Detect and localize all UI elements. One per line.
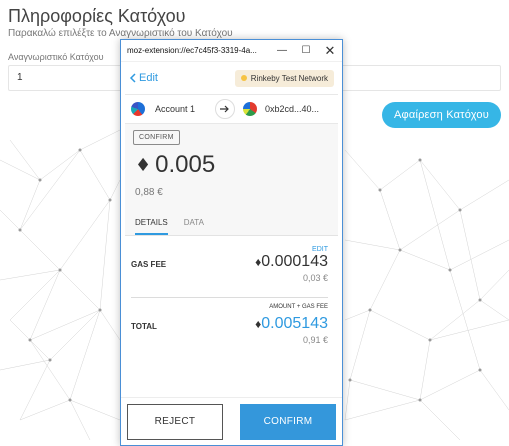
to-account-address: 0xb2cd...40... [265,104,320,114]
edit-gas-link[interactable]: EDIT [131,236,328,253]
confirm-button[interactable]: CONFIRM [240,403,336,440]
minimize-button[interactable]: — [270,40,294,62]
network-name: Rinkeby Test Network [250,73,328,83]
back-edit-link[interactable]: Edit [129,72,158,84]
from-account-name: Account 1 [155,104,196,114]
maximize-button[interactable]: ☐ [294,40,318,62]
amount-gas-label: AMOUNT + GAS FEE [269,304,328,310]
confirm-badge: CONFIRM [133,130,180,145]
account-transfer-bar: Account 1 0xb2cd...40... [125,94,338,124]
popup-header: Edit Rinkeby Test Network [121,62,342,94]
from-account-avatar [131,102,145,116]
page-subtitle: Παρακαλώ επιλέξτε το Αναγνωριστικό του Κ… [8,28,233,39]
window-title: moz-extension://ec7c45f3-3319-4a... [127,46,257,55]
total-row: TOTAL ♦0.005143 0,91 € [131,315,328,345]
to-account-avatar [243,102,257,116]
tab-data[interactable]: DATA [184,218,204,235]
chevron-left-icon [129,73,136,83]
holder-id-label: Αναγνωριστικό Κατόχου [8,52,104,62]
back-label: Edit [139,72,158,84]
close-button[interactable]: ✕ [318,40,342,62]
amount-value: 0.005 [155,151,216,178]
total-value: 0.005143 [261,315,328,332]
arrow-right-icon [215,99,235,119]
transaction-details: EDIT GAS FEE ♦0.000143 0,03 € AMOUNT + G… [121,236,342,345]
network-status-dot [240,75,247,81]
popup-footer: REJECT CONFIRM [121,397,342,445]
detail-tabs: DETAILS DATA [125,198,338,235]
total-label: TOTAL [131,322,157,331]
ethereum-icon: ♦ [135,154,152,176]
network-indicator[interactable]: Rinkeby Test Network [234,69,334,87]
window-titlebar: moz-extension://ec7c45f3-3319-4a... — ☐ … [121,40,342,62]
page-title: Πληροφορίες Κατόχου [8,6,186,26]
remove-holder-button[interactable]: Αφαίρεση Κατόχου [382,102,501,128]
amount-row: ♦ 0.005 [125,145,338,179]
total-fiat: 0,91 € [302,335,328,345]
gas-fee-fiat: 0,03 € [302,273,328,283]
tab-details[interactable]: DETAILS [135,218,168,235]
transaction-summary: CONFIRM ♦ 0.005 0,88 € DETAILS DATA [125,124,338,235]
gas-fee-label: GAS FEE [131,260,167,269]
gas-fee-value: 0.000143 [261,253,328,270]
amount-fiat: 0,88 € [135,187,163,198]
gas-fee-row: GAS FEE ♦0.000143 0,03 € [131,253,328,283]
metamask-popup-window: moz-extension://ec7c45f3-3319-4a... — ☐ … [120,39,343,446]
details-divider [131,297,328,298]
reject-button[interactable]: REJECT [127,403,223,440]
